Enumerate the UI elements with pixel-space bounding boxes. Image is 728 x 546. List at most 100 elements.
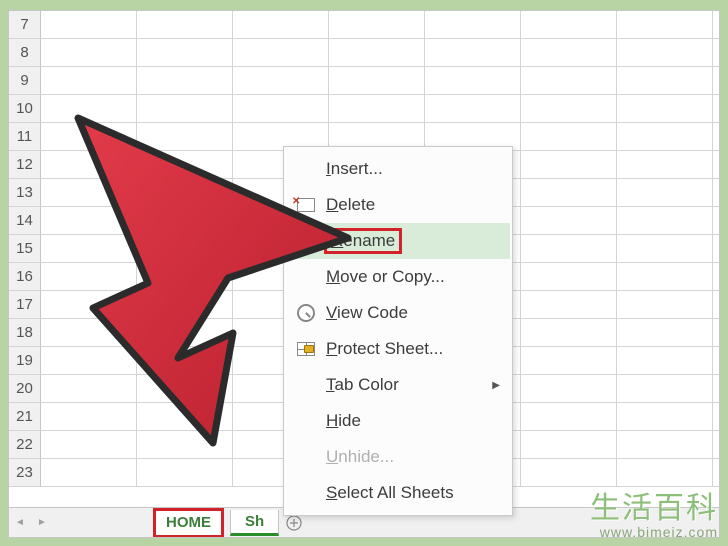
cell[interactable]: [521, 39, 617, 66]
cell[interactable]: [41, 347, 137, 374]
cell[interactable]: [617, 459, 713, 486]
cell[interactable]: [713, 291, 720, 318]
cell[interactable]: [233, 67, 329, 94]
cell[interactable]: [713, 459, 720, 486]
cell[interactable]: [41, 263, 137, 290]
cell[interactable]: [521, 11, 617, 38]
row-header[interactable]: 15: [9, 235, 41, 262]
cell[interactable]: [617, 179, 713, 206]
ctx-view-code[interactable]: View Code: [286, 295, 510, 331]
cell[interactable]: [521, 403, 617, 430]
cell[interactable]: [617, 263, 713, 290]
cell[interactable]: [425, 39, 521, 66]
cell[interactable]: [617, 123, 713, 150]
cell[interactable]: [425, 95, 521, 122]
cell[interactable]: [521, 151, 617, 178]
cell[interactable]: [425, 11, 521, 38]
cell[interactable]: [713, 151, 720, 178]
cell[interactable]: [617, 347, 713, 374]
ctx-hide[interactable]: Hide: [286, 403, 510, 439]
cell[interactable]: [137, 431, 233, 458]
cell[interactable]: [713, 375, 720, 402]
cell[interactable]: [329, 11, 425, 38]
row-header[interactable]: 11: [9, 123, 41, 150]
cell[interactable]: [137, 347, 233, 374]
cell[interactable]: [617, 39, 713, 66]
cell[interactable]: [41, 403, 137, 430]
cell[interactable]: [137, 291, 233, 318]
cell[interactable]: [617, 235, 713, 262]
row-header[interactable]: 16: [9, 263, 41, 290]
tab-nav-next[interactable]: ►: [31, 509, 53, 537]
row-header[interactable]: 13: [9, 179, 41, 206]
ctx-select-all-sheets[interactable]: Select All Sheets: [286, 475, 510, 511]
cell[interactable]: [41, 11, 137, 38]
ctx-tab-color[interactable]: Tab Color ▶: [286, 367, 510, 403]
cell[interactable]: [521, 375, 617, 402]
cell[interactable]: [521, 459, 617, 486]
cell[interactable]: [137, 39, 233, 66]
cell[interactable]: [521, 235, 617, 262]
cell[interactable]: [713, 179, 720, 206]
row-header[interactable]: 21: [9, 403, 41, 430]
row-header[interactable]: 14: [9, 207, 41, 234]
cell[interactable]: [41, 459, 137, 486]
row-header[interactable]: 7: [9, 11, 41, 38]
cell[interactable]: [521, 123, 617, 150]
cell[interactable]: [617, 291, 713, 318]
row-header[interactable]: 9: [9, 67, 41, 94]
cell[interactable]: [521, 95, 617, 122]
cell[interactable]: [521, 291, 617, 318]
cell[interactable]: [233, 39, 329, 66]
cell[interactable]: [713, 123, 720, 150]
cell[interactable]: [137, 151, 233, 178]
sheet-tab-home[interactable]: HOME: [153, 508, 224, 538]
cell[interactable]: [41, 67, 137, 94]
row-header[interactable]: 20: [9, 375, 41, 402]
row-header[interactable]: 8: [9, 39, 41, 66]
cell[interactable]: [137, 11, 233, 38]
cell[interactable]: [137, 403, 233, 430]
cell[interactable]: [233, 11, 329, 38]
cell[interactable]: [617, 95, 713, 122]
cell[interactable]: [713, 67, 720, 94]
cell[interactable]: [617, 151, 713, 178]
cell[interactable]: [137, 459, 233, 486]
cell[interactable]: [137, 235, 233, 262]
cell[interactable]: [713, 347, 720, 374]
cell[interactable]: [329, 39, 425, 66]
cell[interactable]: [713, 431, 720, 458]
sheet-tab-2[interactable]: Sh: [230, 510, 279, 536]
cell[interactable]: [617, 375, 713, 402]
cell[interactable]: [137, 179, 233, 206]
row-header[interactable]: 10: [9, 95, 41, 122]
cell[interactable]: [617, 207, 713, 234]
cell[interactable]: [713, 39, 720, 66]
ctx-rename[interactable]: Rename: [286, 223, 510, 259]
cell[interactable]: [617, 319, 713, 346]
cell[interactable]: [137, 95, 233, 122]
cell[interactable]: [521, 319, 617, 346]
cell[interactable]: [521, 347, 617, 374]
cell[interactable]: [41, 375, 137, 402]
cell[interactable]: [617, 11, 713, 38]
ctx-protect-sheet[interactable]: Protect Sheet...: [286, 331, 510, 367]
cell[interactable]: [713, 207, 720, 234]
cell[interactable]: [137, 67, 233, 94]
cell[interactable]: [233, 95, 329, 122]
cell[interactable]: [137, 375, 233, 402]
cell[interactable]: [713, 95, 720, 122]
cell[interactable]: [521, 67, 617, 94]
cell[interactable]: [617, 67, 713, 94]
cell[interactable]: [713, 403, 720, 430]
cell[interactable]: [41, 39, 137, 66]
cell[interactable]: [137, 207, 233, 234]
cell[interactable]: [41, 431, 137, 458]
cell[interactable]: [41, 235, 137, 262]
cell[interactable]: [41, 207, 137, 234]
cell[interactable]: [41, 319, 137, 346]
cell[interactable]: [713, 235, 720, 262]
cell[interactable]: [521, 207, 617, 234]
cell[interactable]: [137, 263, 233, 290]
row-header[interactable]: 22: [9, 431, 41, 458]
